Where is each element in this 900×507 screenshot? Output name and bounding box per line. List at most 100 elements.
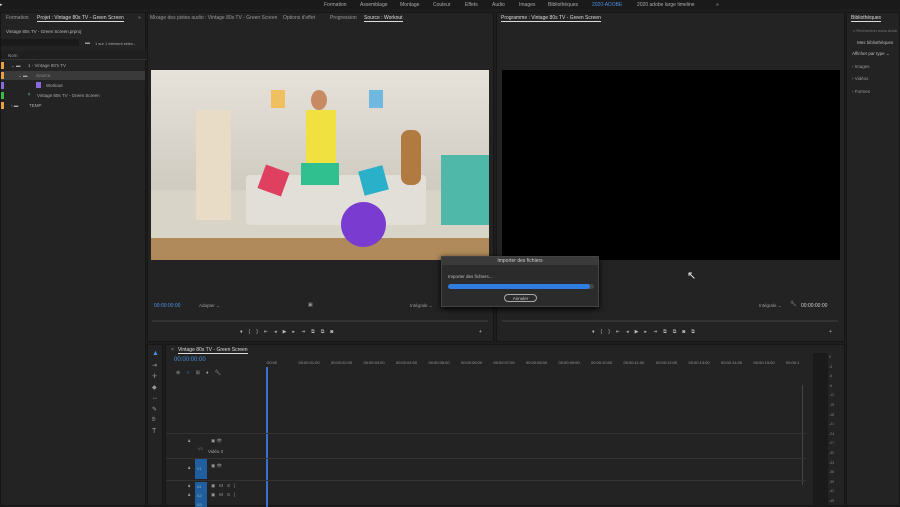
meter-tick-label: -3 (829, 364, 833, 369)
section-images[interactable]: › Images (852, 64, 870, 69)
my-libraries-dropdown[interactable]: Mes bibliothèques (857, 40, 893, 45)
section-videos[interactable]: › Vidéos (852, 76, 868, 81)
ws-2020-adobe[interactable]: 2020-ADOBE (592, 2, 622, 8)
tab-progress[interactable]: Progression (330, 15, 357, 21)
selection-count: 1 sur 1 élément sélec... (95, 41, 137, 46)
meter-tick-label: -9 (829, 383, 833, 388)
ruler-tick-label: 00:00:04:00 (396, 360, 418, 365)
list-item[interactable]: ⚘ Vintage 80s TV - Green Screen (1, 91, 145, 100)
meter-tick-label: -45 (829, 499, 835, 503)
dialog-title: Importer des fichiers (442, 257, 598, 265)
timeline-timecode[interactable]: 00:00:00:00 (174, 357, 206, 363)
ws-audio[interactable]: Audio (492, 2, 505, 8)
type-tool-icon[interactable]: T (152, 428, 156, 435)
tab-program[interactable]: Programme : Vintage 80s TV - Green Scree… (501, 15, 601, 22)
track-v1-toggles[interactable]: ▣ 👁︎ (211, 463, 222, 469)
libraries-panel: Bibliothèques ⌕ Rechercher dans Adob Mes… (846, 12, 900, 506)
playhead[interactable] (266, 367, 268, 507)
list-item[interactable]: › ▬ TEMP (1, 101, 145, 110)
program-quality-dropdown[interactable]: Intégrale ⌄ (759, 303, 782, 309)
cancel-button[interactable]: Annuler (504, 294, 537, 302)
slip-tool-icon[interactable]: ↔ (152, 395, 158, 401)
track-a2-target[interactable]: A2 (197, 493, 202, 498)
tab-sequence[interactable]: Vintage 80s TV - Green Screen (178, 347, 248, 354)
ruler-tick-label: 00:00:09:00 (558, 360, 580, 365)
track-v2-toggles[interactable]: ▣ 👁︎ (211, 438, 222, 444)
ruler-tick-label: 00:00:15:00 (753, 360, 775, 365)
meter-tick-label: -21 (829, 422, 835, 427)
add-button-icon[interactable]: + (479, 329, 482, 335)
ws-bibliotheques[interactable]: Bibliothèques (548, 2, 578, 8)
hand-tool-icon[interactable]: ✋︎ (152, 417, 155, 424)
insert-icon[interactable]: ▣ (308, 302, 313, 308)
timeline-toolbar[interactable]: ⊕∩⊞♦🔧︎ (176, 370, 227, 376)
ws-large-timeline[interactable]: 2020 adobe large timeline (637, 2, 695, 8)
pen-tool-icon[interactable]: ✎ (152, 406, 157, 413)
program-scrubber[interactable] (502, 320, 838, 322)
program-transport-controls[interactable]: ♦{}⇤◂▶▸⇥⧉⧉◙⧉ (592, 329, 701, 335)
lock-icon[interactable]: 🔒︎ (188, 492, 190, 497)
new-bin-icon[interactable]: ▬ (85, 40, 90, 46)
source-timecode[interactable]: 00:00:00:00 (154, 303, 180, 309)
ruler-tick-label: 00:00:06:00 (461, 360, 483, 365)
lock-icon[interactable]: 🔒︎ (188, 465, 190, 470)
more-tabs-icon[interactable]: » (138, 15, 141, 21)
ruler-tick-label: 00:00:08:00 (526, 360, 548, 365)
track-a1-controls[interactable]: ▣MS| (211, 483, 239, 489)
col-name[interactable]: Nom (8, 53, 18, 58)
view-by-type-dropdown[interactable]: Afficher par type ⌄ (852, 51, 890, 57)
ws-montage[interactable]: Montage (400, 2, 419, 8)
timeline-scrollbar[interactable] (802, 385, 805, 485)
program-add-button-icon[interactable]: + (829, 329, 832, 335)
menu-icon[interactable]: ▸ (0, 2, 3, 8)
time-ruler[interactable]: :00:00 00:00:01:00 00:00:02:00 00:00:03:00 0… (266, 360, 806, 370)
library-search-input[interactable]: ⌕ Rechercher dans Adob (853, 28, 897, 33)
meter-tick-label: -6 (829, 374, 833, 379)
list-item[interactable]: ⌄ ▬ 1 - Vintage 80's TV (1, 61, 145, 70)
meter-tick-label: -33 (829, 460, 835, 465)
workspace-bar: ▸ Formation Assemblage Montage Couleur E… (0, 0, 900, 9)
ws-couleur[interactable]: Couleur (433, 2, 451, 8)
track-a2-controls[interactable]: ▣MS| (211, 492, 239, 498)
tab-project[interactable]: Projet : Vintage 80s TV - Green Screen (37, 15, 124, 22)
quality-dropdown[interactable]: Intégrale ⌄ (410, 303, 433, 309)
ws-effets[interactable]: Effets (465, 2, 478, 8)
tab-effect-options[interactable]: Options d'effet (283, 15, 315, 21)
ruler-tick-label: 00:00:05:00 (428, 360, 450, 365)
ripple-tool-icon[interactable]: ✛ (152, 373, 157, 380)
ruler-tick-label: 00:00:12:00 (656, 360, 678, 365)
tab-formation[interactable]: Formation (6, 15, 29, 21)
source-transport-controls[interactable]: ♦{}⇤◂▶▸⇥⧉⧉◙ (240, 329, 339, 335)
ws-assemblage[interactable]: Assemblage (360, 2, 388, 8)
list-item[interactable]: Workout (1, 81, 145, 90)
ruler-tick-label: 00:00:11:00 (623, 360, 645, 365)
ruler-tick-label: 00:00:01:00 (298, 360, 320, 365)
ws-formation[interactable]: Formation (324, 2, 347, 8)
project-file: Vintage 80s TV - Green Screen.prproj (6, 29, 82, 34)
list-item[interactable]: ⌄ ▬ Source (1, 71, 145, 80)
track-select-tool-icon[interactable]: ⇥ (152, 362, 157, 369)
lock-icon[interactable]: 🔒︎ (188, 438, 190, 443)
track-a1-target[interactable]: A1 (197, 484, 202, 489)
track-a3-target[interactable]: A3 (197, 502, 202, 507)
more-workspaces-icon[interactable]: » (716, 2, 719, 8)
fit-dropdown[interactable]: Adapter ⌄ (199, 303, 220, 309)
razor-tool-icon[interactable]: ◆ (152, 384, 157, 391)
wrench-icon[interactable]: 🔧︎ (790, 301, 796, 307)
tools-panel: ▲ ⇥ ✛ ◆ ↔ ✎ ✋︎ T (147, 344, 163, 506)
mouse-cursor-icon: ↖ (687, 270, 697, 282)
tab-libraries[interactable]: Bibliothèques (851, 15, 882, 22)
project-panel: Formation Projet : Vintage 80s TV - Gree… (0, 12, 147, 506)
lock-icon[interactable]: 🔒︎ (188, 483, 190, 488)
meter-tick-label: -42 (829, 489, 835, 494)
project-search-input[interactable] (1, 39, 79, 46)
close-sequence-icon[interactable]: × (171, 347, 174, 353)
source-scrubber[interactable] (152, 320, 488, 322)
selection-tool-icon[interactable]: ▲ (152, 350, 159, 357)
track-v1-target[interactable]: V1 (195, 459, 207, 479)
ruler-tick-label: 00:00:03:00 (363, 360, 385, 365)
tab-audio-mixer[interactable]: Mixage des pistes audio : Vintage 80s TV… (150, 15, 277, 21)
ws-images[interactable]: Images (519, 2, 535, 8)
tab-source[interactable]: Source : Workout (364, 15, 403, 22)
section-formes[interactable]: › Formes (852, 89, 870, 94)
